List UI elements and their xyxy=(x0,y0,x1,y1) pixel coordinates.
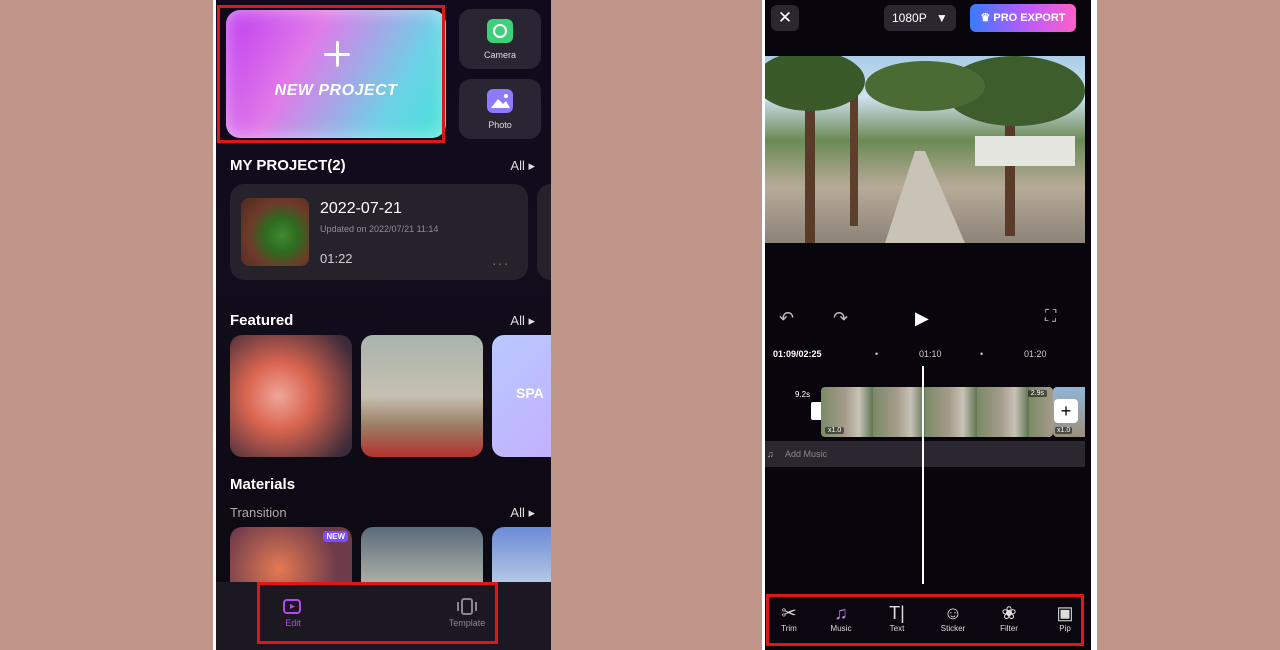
tool-text[interactable]: T| Text xyxy=(873,602,921,633)
bottom-tab-bar: Edit Template xyxy=(216,582,551,650)
materials-all-link[interactable]: All ▸ xyxy=(510,505,535,521)
sticker-icon: ☺ xyxy=(943,603,963,623)
featured-item[interactable] xyxy=(361,335,483,457)
my-project-title: MY PROJECT(2) xyxy=(230,157,346,174)
playhead[interactable] xyxy=(922,366,924,584)
ruler-mark: 01:10 xyxy=(919,349,942,359)
timeline-clip[interactable]: x1.0 2.9s xyxy=(821,387,1053,437)
featured-item[interactable] xyxy=(230,335,352,457)
add-clip-button[interactable]: + xyxy=(1054,399,1078,423)
project-card[interactable]: 2022-07-21 Updated on 2022/07/21 11:14 0… xyxy=(230,184,528,280)
pro-export-button[interactable]: ♛ PRO EXPORT xyxy=(970,4,1076,32)
editor-screen: ✕ 1080P ▼ ♛ PRO EXPORT ↶ ↷ ▶ ⛶ 01:09/02:… xyxy=(762,0,1097,650)
more-icon[interactable]: ... xyxy=(492,252,510,268)
clip-duration: 9.2s xyxy=(795,390,811,399)
clip2-duration: 2.9s xyxy=(1027,390,1047,397)
close-button[interactable]: ✕ xyxy=(771,5,799,31)
play-button[interactable]: ▶ xyxy=(915,308,929,329)
music-note-icon: ♫ xyxy=(767,449,774,459)
video-preview xyxy=(765,56,1085,243)
editor-toolbar: ✂ Trim ♫ Music T| Text ☺ Sticker ❀ Filter ▣ Pi… xyxy=(765,596,1085,646)
my-project-all-link[interactable]: All ▸ xyxy=(510,158,535,174)
camera-icon xyxy=(487,19,513,43)
ruler-mark: 01:20 xyxy=(1024,349,1047,359)
music-icon: ♫ xyxy=(834,603,848,623)
project-thumbnail xyxy=(241,198,309,266)
tool-trim[interactable]: ✂ Trim xyxy=(765,602,813,633)
new-project-button[interactable]: NEW PROJECT xyxy=(226,10,446,138)
camera-button[interactable]: Camera xyxy=(459,9,541,69)
photo-button[interactable]: Photo xyxy=(459,79,541,139)
add-music-label: Add Music xyxy=(785,449,828,459)
photo-label: Photo xyxy=(488,120,512,130)
clip-speed: x1.0 xyxy=(825,427,845,434)
tab-template[interactable]: Template xyxy=(442,598,492,628)
undo-icon[interactable]: ↶ xyxy=(779,308,794,329)
materials-title: Materials xyxy=(230,476,296,493)
redo-icon[interactable]: ↷ xyxy=(833,308,848,329)
add-music-row[interactable]: ♫ Add Music xyxy=(765,441,1085,467)
project-card-peek[interactable] xyxy=(537,184,551,280)
featured-title: Featured xyxy=(230,312,294,329)
materials-subtitle: Transition xyxy=(230,505,287,520)
camera-label: Camera xyxy=(483,50,516,60)
crown-icon: ♛ xyxy=(980,12,991,24)
featured-item[interactable]: SPA xyxy=(492,335,551,457)
template-icon xyxy=(457,598,477,615)
pip-icon: ▣ xyxy=(1056,603,1074,623)
tool-pip[interactable]: ▣ Pip xyxy=(1041,602,1089,633)
home-screen: NEW PROJECT Camera Photo MY PROJECT(2) A… xyxy=(213,0,551,650)
chevron-down-icon: ▼ xyxy=(935,11,948,25)
fullscreen-icon[interactable]: ⛶ xyxy=(1045,308,1056,326)
clip2-speed: x1.0 xyxy=(1055,427,1073,434)
tab-edit[interactable]: Edit xyxy=(278,598,308,628)
tool-sticker[interactable]: ☺ Sticker xyxy=(929,602,977,633)
featured-all-link[interactable]: All ▸ xyxy=(510,313,535,329)
new-project-label: NEW PROJECT xyxy=(274,82,398,99)
edit-icon xyxy=(283,599,301,614)
project-updated: Updated on 2022/07/21 11:14 xyxy=(320,224,439,234)
timecode: 01:09/02:25 xyxy=(773,349,822,359)
resolution-dropdown[interactable]: 1080P ▼ xyxy=(884,5,956,31)
text-icon: T| xyxy=(889,603,905,623)
tool-filter[interactable]: ❀ Filter xyxy=(985,602,1033,633)
trim-icon: ✂ xyxy=(781,603,797,623)
project-duration: 01:22 xyxy=(320,251,353,266)
project-title: 2022-07-21 xyxy=(320,200,402,217)
filter-icon: ❀ xyxy=(1001,603,1017,623)
tool-music[interactable]: ♫ Music xyxy=(817,602,865,633)
photo-icon xyxy=(487,89,513,113)
featured-badge: SPA xyxy=(516,385,544,401)
new-badge: NEW xyxy=(323,531,348,542)
